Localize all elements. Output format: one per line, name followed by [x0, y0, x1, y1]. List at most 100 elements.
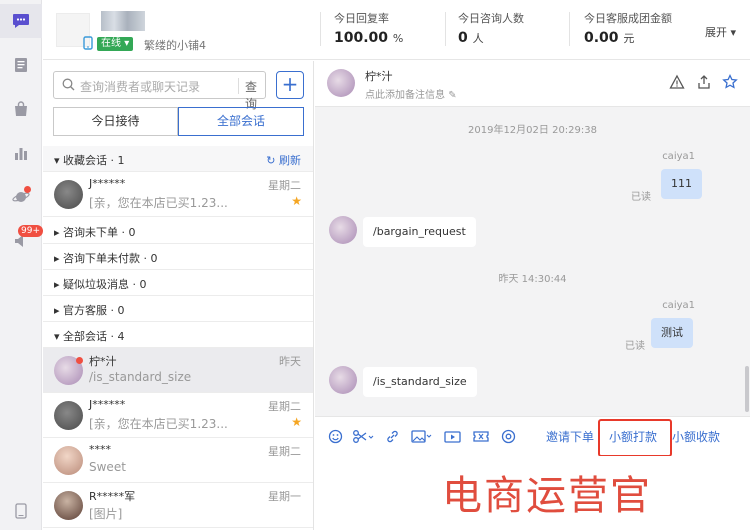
avatar — [54, 491, 83, 520]
contact-name: J****** — [89, 177, 126, 190]
refresh-button[interactable]: ↻ 刷新 — [266, 152, 301, 168]
group-all[interactable]: ▾ 全部会话 · 4 — [43, 322, 313, 348]
note-label: 点此添加备注信息 — [365, 90, 445, 101]
star-icon: ★ — [291, 415, 302, 429]
list-item[interactable]: R*****军 [图片] 星期一 — [43, 483, 313, 528]
divider — [238, 78, 239, 94]
add-button[interactable]: + — [276, 71, 304, 99]
timestamp: 昨天 14:30:44 — [498, 274, 567, 285]
device-icon[interactable] — [0, 494, 42, 528]
app-sidebar: 99+ — [0, 0, 43, 530]
read-status: 已读 — [631, 192, 651, 203]
divider — [320, 12, 321, 46]
search-box[interactable]: 查询消费者或聊天记录 查询 — [53, 71, 266, 111]
caret-down-icon: ▾ — [54, 330, 60, 343]
group-favorites[interactable]: ▾ 收藏会话 · 1 ↻ 刷新 — [43, 146, 313, 172]
share-icon[interactable] — [696, 74, 712, 93]
caret-right-icon: ▸ — [54, 252, 60, 265]
chat-contact-name: 柠*汁 — [365, 70, 393, 83]
divider — [445, 12, 446, 46]
last-message: [图片] — [89, 507, 123, 521]
stat-value: 100.00 — [334, 30, 389, 46]
group-official[interactable]: ▸ 官方客服 · 0 — [43, 296, 313, 322]
divider — [569, 12, 570, 46]
avatar — [54, 446, 83, 475]
expand-button[interactable]: 展开 ▾ — [705, 24, 736, 40]
chat-nav-icon[interactable] — [0, 4, 42, 38]
small-collect-link[interactable]: 小额收款 — [672, 428, 720, 445]
contact-name: J****** — [89, 398, 126, 411]
link-icon[interactable] — [385, 429, 400, 447]
scrollbar[interactable] — [745, 366, 749, 412]
message-bubble-outgoing: 111 — [661, 169, 702, 199]
edit-icon: ✎ — [448, 90, 457, 101]
timestamp: 2019年12月02日 20:29:38 — [468, 125, 597, 136]
star-icon: ★ — [291, 194, 302, 208]
tab-today[interactable]: 今日接待 — [53, 107, 178, 136]
chevron-down-icon: ▾ — [730, 26, 737, 39]
scissors-icon[interactable] — [352, 429, 374, 447]
list-item[interactable]: J****** [亲，您在本店已买1.23... 星期二 ★ — [43, 172, 313, 217]
group-unpaid[interactable]: ▸ 咨询下单未付款 · 0 — [43, 244, 313, 270]
group-spam[interactable]: ▸ 疑似垃圾消息 · 0 — [43, 270, 313, 296]
group-unordered[interactable]: ▸ 咨询未下单 · 0 — [43, 218, 313, 244]
refresh-icon: ↻ — [266, 154, 276, 167]
video-icon[interactable] — [444, 429, 461, 447]
group-label: 收藏会话 · 1 — [63, 154, 125, 167]
image-icon[interactable] — [411, 429, 433, 447]
stat-label: 今日回复率 — [334, 12, 389, 25]
stat-value: 0.00 — [584, 30, 619, 46]
avatar — [54, 180, 83, 209]
stat-unit: 人 — [472, 32, 484, 45]
message-bubble-incoming: /bargain_request — [363, 217, 476, 247]
search-input[interactable]: 查询消费者或聊天记录 — [80, 78, 200, 95]
avatar — [327, 69, 355, 97]
message-time: 昨天 — [279, 355, 301, 368]
speaker-nav-icon[interactable]: 99+ — [0, 224, 43, 258]
at-icon[interactable] — [501, 429, 516, 447]
star-outline-icon[interactable] — [722, 73, 738, 93]
last-message: Sweet — [89, 460, 126, 474]
notification-dot — [24, 186, 31, 193]
group-label: 全部会话 · 4 — [63, 330, 125, 343]
document-nav-icon[interactable] — [0, 48, 42, 82]
coupon-icon[interactable] — [473, 429, 489, 447]
chart-nav-icon[interactable] — [0, 136, 42, 170]
planet-nav-icon[interactable] — [0, 180, 42, 214]
avatar — [329, 216, 357, 244]
stat-consult-count: 今日咨询人数 0 人 — [458, 10, 524, 46]
sender-name: caiya1 — [662, 300, 695, 311]
list-item[interactable]: 柠*汁 /is_standard_size 昨天 — [43, 348, 313, 393]
mobile-icon — [83, 36, 93, 53]
stat-label: 今日客服成团金额 — [584, 12, 672, 25]
warning-icon[interactable] — [669, 74, 685, 93]
chat-pane: 柠*汁 点此添加备注信息 ✎ 2019年12月02日 20:29:38 caiy… — [315, 61, 750, 530]
invite-order-link[interactable]: 邀请下单 — [546, 428, 594, 445]
group-label: 咨询下单未付款 · 0 — [63, 252, 158, 265]
group-label: 官方客服 · 0 — [63, 304, 125, 317]
message-time: 星期二 — [268, 179, 301, 192]
expand-label: 展开 — [705, 26, 727, 39]
caret-right-icon: ▸ — [54, 278, 60, 291]
list-item[interactable]: J****** [亲，您在本店已买1.23... 星期二 ★ — [43, 393, 313, 438]
watermark-text: 电商运营官 — [442, 473, 652, 519]
add-note-link[interactable]: 点此添加备注信息 ✎ — [365, 86, 457, 101]
contact-name: R*****军 — [89, 490, 136, 503]
tab-all[interactable]: 全部会话 — [178, 107, 304, 136]
unread-dot — [76, 357, 83, 364]
caret-right-icon: ▸ — [54, 304, 60, 317]
stat-reply-rate: 今日回复率 100.00 % — [334, 10, 403, 46]
list-item[interactable]: **** Sweet 星期二 — [43, 438, 313, 483]
stat-group-amount: 今日客服成团金额 0.00 元 — [584, 10, 672, 46]
sender-name: caiya1 — [662, 151, 695, 162]
stat-value: 0 — [458, 30, 468, 46]
highlight-box — [598, 419, 672, 457]
shopping-bag-nav-icon[interactable] — [0, 92, 42, 126]
message-bubble-outgoing: 测试 — [651, 318, 693, 348]
message-time: 星期二 — [268, 445, 301, 458]
emoji-icon[interactable] — [328, 429, 343, 447]
online-status-dropdown[interactable]: 在线 ▾ — [97, 37, 134, 51]
caret-right-icon: ▸ — [54, 226, 60, 239]
message-bubble-incoming: /is_standard_size — [363, 367, 477, 397]
caret-down-icon: ▾ — [54, 154, 60, 167]
